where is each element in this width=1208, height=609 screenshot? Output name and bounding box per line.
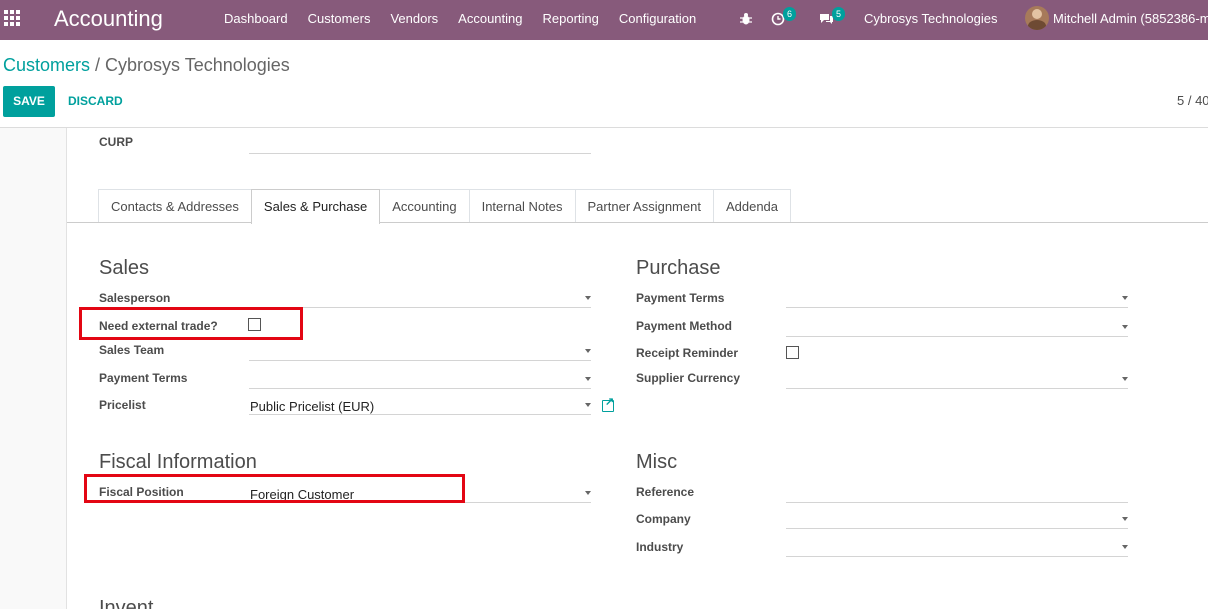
menu-dashboard[interactable]: Dashboard (214, 0, 298, 40)
payment-method-select[interactable] (786, 317, 1128, 337)
message-count-badge: 5 (832, 7, 846, 21)
breadcrumb-customers[interactable]: Customers (3, 55, 90, 75)
chevron-down-icon (1122, 296, 1128, 300)
chevron-down-icon (1122, 377, 1128, 381)
company-label: Company (636, 512, 691, 526)
chevron-down-icon (585, 403, 591, 407)
bug-icon[interactable] (739, 0, 753, 40)
chevron-down-icon (585, 377, 591, 381)
reference-input[interactable] (786, 483, 1128, 503)
industry-select[interactable] (786, 537, 1128, 557)
tab-sales-purchase[interactable]: Sales & Purchase (250, 189, 381, 224)
reference-label: Reference (636, 485, 695, 499)
salesperson-label: Salesperson (99, 291, 171, 305)
sales-section-title: Sales (99, 257, 150, 279)
chevron-down-icon (1122, 545, 1128, 549)
supplier-currency-label: Supplier Currency (636, 371, 741, 385)
main-menu: Dashboard Customers Vendors Accounting R… (214, 0, 706, 40)
sales-payment-terms-select[interactable] (249, 369, 591, 389)
apps-menu-icon[interactable] (4, 10, 20, 26)
pager-value[interactable]: 5 / 40 (1177, 93, 1208, 108)
breadcrumb-current: Cybrosys Technologies (105, 55, 290, 75)
payment-method-label: Payment Method (636, 319, 733, 333)
top-navbar: Accounting Dashboard Customers Vendors A… (0, 0, 1208, 40)
control-panel: Customers / Cybrosys Technologies SAVE DIS… (0, 40, 1208, 128)
chevron-down-icon (1122, 325, 1128, 329)
salesperson-select[interactable] (249, 288, 591, 308)
sales-payment-terms-label: Payment Terms (99, 371, 188, 385)
app-title[interactable]: Accounting (54, 6, 163, 32)
pricelist-value: Public Pricelist (EUR) (250, 399, 375, 414)
user-menu[interactable]: Mitchell Admin (5852386-m (1053, 0, 1208, 40)
pricelist-select[interactable]: Public Pricelist (EUR) (249, 395, 591, 415)
tab-partner-assignment[interactable]: Partner Assignment (574, 189, 714, 223)
activity-clock-icon[interactable] (771, 0, 785, 40)
pricelist-label: Pricelist (99, 398, 146, 412)
purchase-section-title: Purchase (636, 257, 721, 279)
company-select[interactable] (786, 509, 1128, 529)
fiscal-section-title: Fiscal Information (99, 451, 257, 473)
messages-icon[interactable] (819, 0, 834, 40)
purchase-payment-terms-label: Payment Terms (636, 291, 725, 305)
sales-team-select[interactable] (249, 341, 591, 361)
sales-team-label: Sales Team (99, 343, 165, 357)
form-sheet: CURP Contacts & Addresses Sales & Purcha… (66, 128, 1208, 609)
notebook-tabs: Contacts & Addresses Sales & Purchase Ac… (98, 189, 792, 224)
highlight-box-fiscal-position (84, 474, 465, 503)
tab-contacts-addresses[interactable]: Contacts & Addresses (98, 189, 252, 223)
user-avatar[interactable] (1025, 6, 1049, 30)
curp-label: CURP (99, 135, 134, 149)
breadcrumb: Customers / Cybrosys Technologies (3, 55, 290, 76)
menu-customers[interactable]: Customers (298, 0, 381, 40)
chevron-down-icon (1122, 517, 1128, 521)
tab-divider (67, 222, 1208, 223)
company-switcher[interactable]: Cybrosys Technologies (864, 0, 997, 40)
discard-button[interactable]: DISCARD (68, 86, 123, 117)
inventory-section-title: Invent (99, 597, 154, 609)
save-button[interactable]: SAVE (3, 86, 55, 117)
chevron-down-icon (585, 491, 591, 495)
misc-section-title: Misc (636, 451, 678, 473)
external-link-icon[interactable] (602, 395, 614, 412)
activity-count-badge: 6 (783, 7, 797, 21)
supplier-currency-select[interactable] (786, 369, 1128, 389)
curp-input[interactable] (249, 134, 591, 154)
menu-configuration[interactable]: Configuration (609, 0, 706, 40)
breadcrumb-separator: / (95, 55, 101, 75)
menu-accounting[interactable]: Accounting (448, 0, 532, 40)
menu-vendors[interactable]: Vendors (380, 0, 448, 40)
chevron-down-icon (585, 349, 591, 353)
industry-label: Industry (636, 540, 684, 554)
chevron-down-icon (585, 296, 591, 300)
receipt-reminder-label: Receipt Reminder (636, 346, 739, 360)
highlight-box-external-trade (79, 307, 303, 340)
tab-accounting[interactable]: Accounting (379, 189, 470, 223)
receipt-reminder-checkbox[interactable] (786, 346, 799, 359)
menu-reporting[interactable]: Reporting (533, 0, 609, 40)
purchase-payment-terms-select[interactable] (786, 288, 1128, 308)
tab-internal-notes[interactable]: Internal Notes (468, 189, 576, 223)
tab-addenda[interactable]: Addenda (712, 189, 792, 223)
